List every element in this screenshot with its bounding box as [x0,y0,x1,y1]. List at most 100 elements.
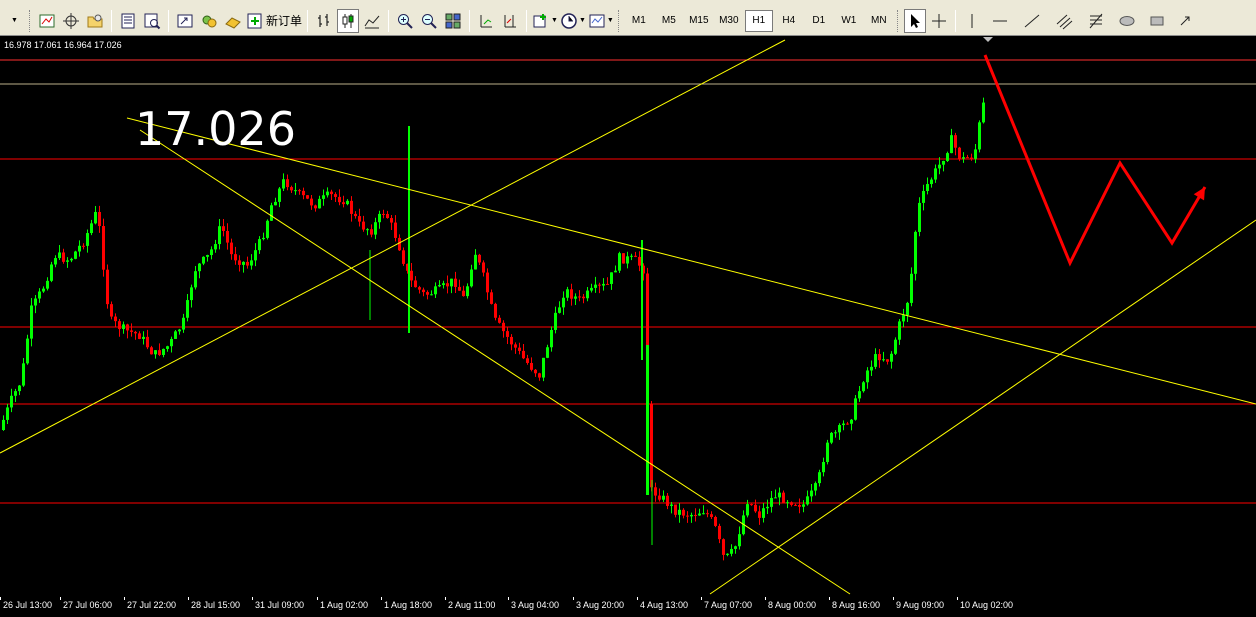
candle-body [722,539,725,555]
chart-shift-icon[interactable] [499,9,521,33]
candle-body [798,504,801,507]
x-axis-label: 3 Aug 04:00 [511,600,560,610]
zoom-in-icon[interactable] [394,9,416,33]
candle-body [946,153,949,161]
candle-body [890,353,893,362]
timeframe-m30[interactable]: M30 [715,10,743,32]
candle-body [198,263,201,272]
candle-body [982,102,985,123]
candle-body [598,284,601,286]
trendline-icon[interactable] [1017,9,1047,33]
crosshair-target-icon[interactable] [60,9,82,33]
candle-body [50,264,53,281]
candlestick-icon[interactable] [337,8,360,33]
timeframe-h4[interactable]: H4 [775,10,803,32]
candle-body [810,490,813,497]
candle-body [226,230,229,243]
strategy-tester-icon[interactable] [222,9,244,33]
timeframe-h1[interactable]: H1 [744,9,773,32]
price-chart[interactable]: 16.978 17.061 16.964 17.026 17.026 [0,37,1256,597]
candle-body [846,423,849,425]
candle-body [450,278,453,287]
price-annotation: 17.026 [135,102,296,156]
candle-body [90,223,93,234]
data-window-icon[interactable] [141,9,163,33]
candle-body [806,496,809,505]
candle-body [166,346,169,349]
navigator-icon[interactable] [174,9,196,33]
x-axis-label: 2 Aug 11:00 [448,600,496,610]
candle-body [238,260,241,265]
candle-body [490,292,493,304]
profiles-folder-icon[interactable] [84,9,106,33]
toolbar-grip[interactable] [29,9,32,32]
dropdown-arrow-icon[interactable]: ▼ [3,9,25,33]
candle-body [878,354,881,361]
x-axis-tick [765,597,766,600]
candle-body [358,216,361,222]
rectangle-icon[interactable] [1143,9,1171,33]
candle-body [458,286,461,291]
crosshair-icon[interactable] [928,9,950,33]
fibonacci-icon[interactable] [1081,9,1111,33]
expert-advisors-icon[interactable] [198,9,220,33]
timeframe-mn[interactable]: MN [865,10,893,32]
new-chart-icon[interactable] [36,9,58,33]
candle-body [906,302,909,316]
candle-body [558,307,561,313]
timeframe-w1[interactable]: W1 [835,10,863,32]
candle-body [538,373,541,378]
candle-body [638,256,641,266]
candle-body [242,261,245,265]
bar-chart-icon[interactable] [313,9,335,33]
candle-body [94,211,97,224]
ellipse-icon[interactable] [1113,9,1141,33]
market-watch-icon[interactable] [117,9,139,33]
candle-body [818,472,821,484]
equidistant-channel-icon[interactable] [1049,9,1079,33]
candle-body [206,255,209,257]
trendline [709,219,1256,595]
candle-body [870,366,873,371]
candle-body [838,425,841,433]
auto-scroll-icon[interactable] [475,9,497,33]
candle-body [282,179,285,189]
candle-body [442,283,445,286]
candle-body [938,164,941,169]
candle-body [834,432,837,434]
candle-body [262,237,265,240]
candle-body [294,190,297,192]
candle-body [942,160,945,165]
candle-body [478,254,481,263]
candle-body [130,330,133,332]
templates-icon[interactable]: ▼ [588,9,614,33]
timeframe-m15[interactable]: M15 [685,10,713,32]
candle-body [746,504,749,516]
x-axis-tick [637,597,638,600]
timeframe-m1[interactable]: M1 [625,10,653,32]
new-order-button[interactable]: 新订单 [246,9,302,33]
indicators-icon[interactable]: ▼ [532,9,558,33]
vertical-line-icon[interactable] [961,9,983,33]
timeframe-m5[interactable]: M5 [655,10,683,32]
candle-body [422,289,425,293]
candle-body [58,252,61,259]
periods-clock-icon[interactable]: ▼ [560,9,586,33]
zoom-out-icon[interactable] [418,9,440,33]
candle-body [790,502,793,505]
candle-body [858,391,861,399]
timeframe-d1[interactable]: D1 [805,10,833,32]
arrow-icon[interactable] [1173,9,1197,33]
x-axis-label: 3 Aug 20:00 [576,600,625,610]
candle-body [190,287,193,301]
candle-body [514,344,517,348]
horizontal-line-icon[interactable] [985,9,1015,33]
candle-body [62,252,65,262]
candle-body [366,229,369,231]
cursor-icon[interactable] [903,8,926,33]
candle-body [826,442,829,463]
line-chart-icon[interactable] [361,9,383,33]
candle-body [958,147,961,159]
tile-windows-icon[interactable] [442,9,464,33]
candle-body [454,278,457,287]
